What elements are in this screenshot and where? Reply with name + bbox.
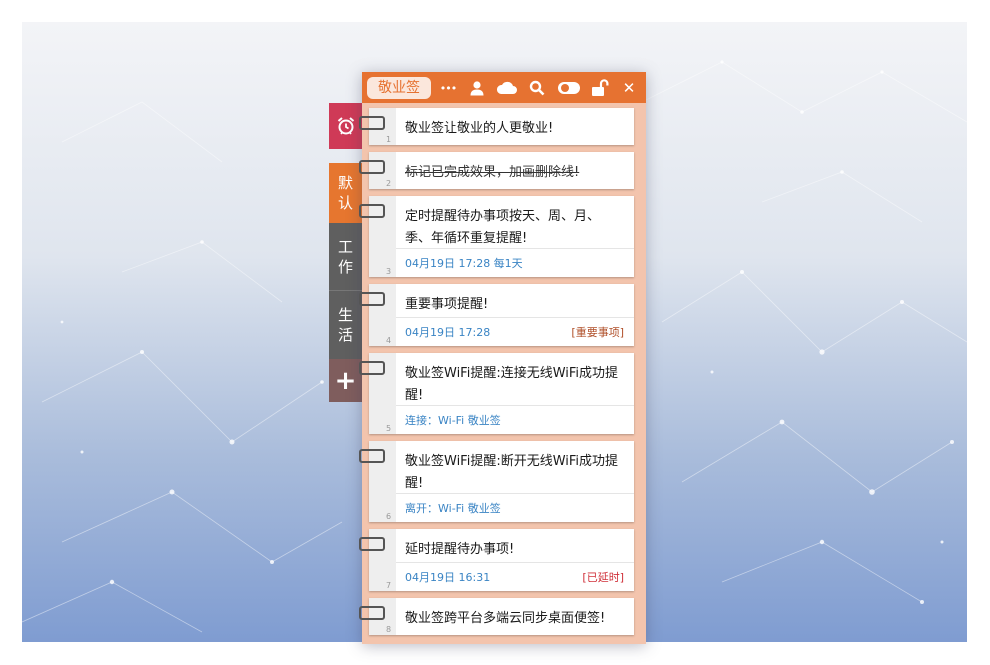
note-text[interactable]: 敬业签WiFi提醒:连接无线WiFi成功提醒! — [405, 363, 624, 407]
note-text[interactable]: 敬业签WiFi提醒:断开无线WiFi成功提醒! — [405, 451, 624, 495]
binder-ring-icon — [359, 116, 385, 130]
app-title[interactable]: 敬业签 — [367, 77, 431, 99]
tab-work[interactable]: 工 作 — [329, 223, 362, 290]
reminder-time: 04月19日 17:28 每1天 — [405, 257, 523, 270]
tab-default-label-2: 认 — [337, 194, 353, 212]
note-number: 4 — [386, 336, 392, 345]
list-item[interactable]: 3 定时提醒待办事项按天、周、月、季、年循环重复提醒! 04月19日 17:28… — [359, 196, 634, 277]
note-text[interactable]: 敬业签让敬业的人更敬业! — [405, 118, 624, 140]
note-meta: 离开：Wi-Fi 敬业签 — [396, 493, 634, 522]
toggle-icon[interactable] — [556, 79, 582, 97]
user-icon[interactable] — [468, 79, 486, 97]
unlock-icon[interactable] — [590, 79, 610, 97]
note-number: 2 — [386, 179, 392, 188]
note-number: 5 — [386, 424, 392, 433]
note-meta: 连接：Wi-Fi 敬业签 — [396, 405, 634, 434]
tab-life-label-2: 活 — [337, 326, 353, 344]
search-icon[interactable] — [528, 79, 546, 97]
note-meta: 04月19日 17:28 [重要事项] — [396, 317, 634, 346]
tab-work-label-1: 工 — [337, 237, 353, 256]
list-item[interactable]: 5 敬业签WiFi提醒:连接无线WiFi成功提醒! 连接：Wi-Fi 敬业签 — [359, 353, 634, 434]
binder-ring-icon — [359, 361, 385, 375]
close-icon[interactable]: ✕ — [620, 79, 638, 97]
note-number: 6 — [386, 512, 392, 521]
list-item[interactable]: 4 重要事项提醒! 04月19日 17:28 [重要事项] — [359, 284, 634, 346]
title-bar[interactable]: 敬业签 ••• ✕ — [362, 72, 646, 103]
tab-default-label-1: 默 — [337, 174, 353, 192]
binder-ring-icon — [359, 606, 385, 620]
reminder-time: 04月19日 16:31 — [405, 571, 491, 584]
wifi-reminder: 连接：Wi-Fi 敬业签 — [405, 414, 501, 427]
tab-work-label-2: 作 — [337, 257, 353, 276]
binder-ring-icon — [359, 449, 385, 463]
list-item[interactable]: 8 敬业签跨平台多端云同步桌面便签! — [359, 598, 634, 635]
note-text[interactable]: 敬业签跨平台多端云同步桌面便签! — [405, 608, 624, 630]
important-tag: [重要事项] — [571, 326, 624, 339]
binder-ring-icon — [359, 160, 385, 174]
tab-life[interactable]: 生 活 — [329, 290, 362, 359]
tab-default[interactable]: 默 认 — [329, 163, 362, 223]
binder-ring-icon — [359, 537, 385, 551]
note-number: 7 — [386, 581, 392, 590]
list-item[interactable]: 6 敬业签WiFi提醒:断开无线WiFi成功提醒! 离开：Wi-Fi 敬业签 — [359, 441, 634, 522]
note-text[interactable]: 延时提醒待办事项! — [405, 539, 624, 561]
list-item[interactable]: 2 标记已完成效果，加画删除线! — [359, 152, 634, 189]
wifi-reminder: 离开：Wi-Fi 敬业签 — [405, 502, 501, 515]
note-text[interactable]: 重要事项提醒! — [405, 294, 624, 316]
delayed-tag: [已延时] — [582, 571, 624, 584]
cloud-icon[interactable] — [496, 79, 518, 97]
plus-icon: + — [334, 365, 357, 396]
note-text-completed[interactable]: 标记已完成效果，加画删除线! — [405, 162, 624, 184]
note-number: 1 — [386, 135, 392, 144]
alarm-clock-icon — [337, 117, 354, 135]
more-icon[interactable]: ••• — [438, 79, 458, 97]
list-item[interactable]: 7 延时提醒待办事项! 04月19日 16:31 [已延时] — [359, 529, 634, 591]
note-text[interactable]: 定时提醒待办事项按天、周、月、季、年循环重复提醒! — [405, 206, 624, 250]
sticky-note-widget: 敬业签 ••• ✕ 1 敬业签让敬业的人更敬业! 2 标记已完成效果，加画删除线… — [359, 72, 646, 644]
note-number: 3 — [386, 267, 392, 276]
binder-ring-icon — [359, 292, 385, 306]
add-category-button[interactable]: + — [329, 359, 362, 402]
binder-ring-icon — [359, 204, 385, 218]
note-meta: 04月19日 17:28 每1天 — [396, 248, 634, 277]
list-item[interactable]: 1 敬业签让敬业的人更敬业! — [359, 108, 634, 145]
reminder-time: 04月19日 17:28 — [405, 326, 491, 339]
note-number: 8 — [386, 625, 392, 634]
note-meta: 04月19日 16:31 [已延时] — [396, 562, 634, 591]
tab-reminders[interactable] — [329, 103, 362, 149]
tab-life-label-1: 生 — [337, 306, 353, 324]
